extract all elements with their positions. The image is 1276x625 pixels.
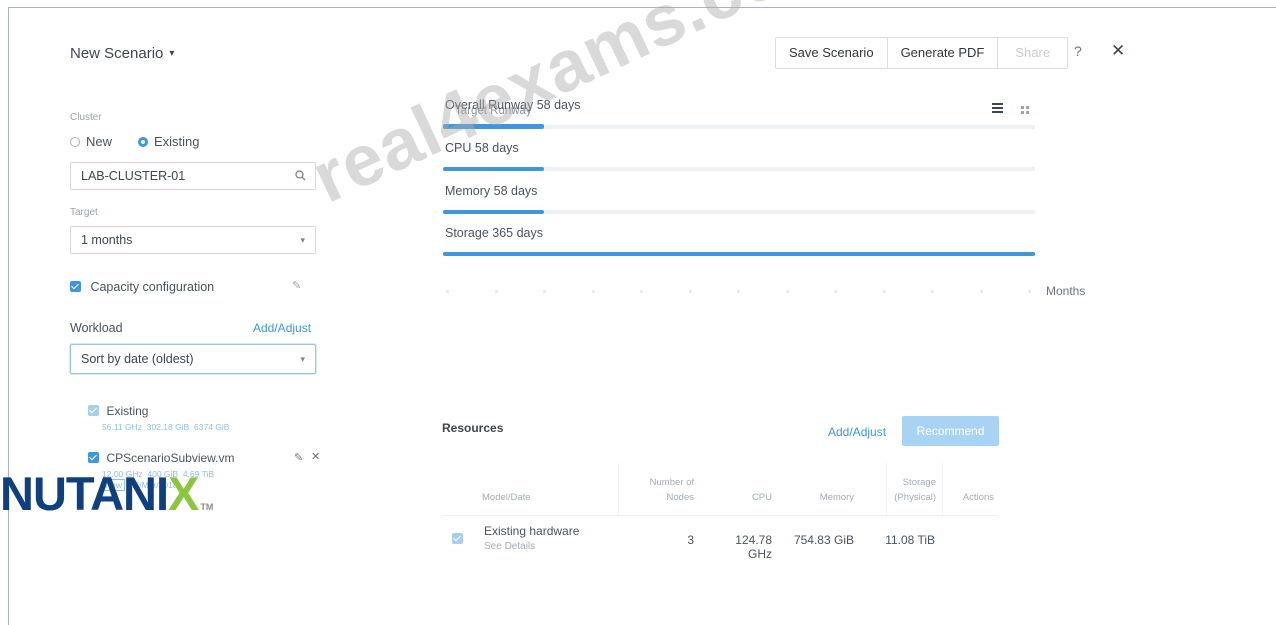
runway-bar-fill (443, 252, 1035, 256)
workload-name: Existing (106, 404, 149, 418)
runway-bar-fill (443, 167, 544, 171)
workload-label: Workload (70, 321, 123, 335)
recommend-button[interactable]: Recommend (902, 416, 999, 446)
resources-add-adjust-link[interactable]: Add/Adjust (828, 425, 886, 439)
workload-item[interactable]: Existing 56.11 GHz 302.18 GiB 6374 GiB (88, 402, 229, 432)
axis-tick (640, 290, 643, 293)
resources-table: Model/Date Number of Nodes CPU Memory St… (442, 463, 998, 573)
edit-pencil-icon[interactable]: ✎ (294, 451, 303, 464)
target-label: Target (70, 207, 98, 218)
target-select[interactable]: 1 months ▾ (70, 226, 316, 254)
capacity-configuration-checkbox[interactable]: Capacity configuration (70, 278, 214, 296)
logo-x: X (168, 467, 199, 520)
runway-label: Storage 365 days (445, 226, 543, 240)
column-header: Actions (962, 492, 994, 503)
column-header: Model/Date (482, 492, 531, 503)
axis-tick (1028, 290, 1031, 293)
resources-title: Resources (442, 421, 504, 435)
axis-tick (494, 290, 498, 293)
cluster-value: LAB-CLUSTER-01 (81, 169, 186, 183)
axis-tick (979, 290, 983, 293)
months-axis-label: Months (1046, 284, 1086, 298)
workload-cpu: 56.11 GHz (102, 422, 143, 432)
cluster-label: Cluster (70, 112, 102, 123)
scenario-title: New Scenario (70, 45, 164, 62)
logo-tm: TM (200, 502, 214, 512)
radio-new-label: New (86, 134, 113, 149)
runway-label: Overall Runway 58 days (445, 98, 581, 112)
grid-view-icon[interactable] (1021, 101, 1030, 119)
edit-pencil-icon[interactable]: ✎ (292, 279, 301, 292)
radio-existing-label: Existing (154, 134, 200, 149)
list-view-icon[interactable] (992, 100, 1003, 118)
runway-bar-fill (443, 124, 544, 129)
column-header: CPU (751, 492, 772, 503)
workload-memory: 302.18 GiB (146, 422, 190, 432)
close-icon[interactable]: ✕ (1111, 41, 1125, 61)
radio-existing[interactable]: Existing (138, 133, 200, 151)
see-details-link[interactable]: See Details (484, 541, 535, 552)
workload-sort-select[interactable]: Sort by date (oldest) ▾ (70, 344, 316, 374)
runway-bar-fill (443, 210, 544, 214)
radio-new[interactable]: New (70, 133, 112, 151)
row-cpu: 124.78 GHz (735, 533, 772, 561)
share-button[interactable]: Share (998, 38, 1068, 68)
runway-label: CPU 58 days (445, 141, 519, 155)
row-storage: 11.08 TiB (885, 533, 935, 547)
chevron-down-icon: ▾ (300, 235, 305, 245)
radio-existing-icon (138, 137, 148, 147)
runway-bar-storage (443, 252, 1035, 256)
row-nodes: 3 (687, 533, 694, 547)
nutanix-logo: NUTANIX TM (0, 470, 213, 531)
search-icon[interactable] (295, 163, 306, 189)
radio-new-icon (70, 137, 80, 147)
logo-text: NUTANI (0, 467, 169, 520)
runway-bar-overall (443, 124, 1035, 129)
column-header: Number of Nodes (649, 477, 694, 503)
column-header: Storage (Physical) (894, 477, 936, 503)
checkbox-icon (452, 533, 463, 544)
workload-add-adjust-link[interactable]: Add/Adjust (253, 321, 311, 335)
runway-label: Memory 58 days (445, 184, 538, 198)
help-icon[interactable]: ? (1074, 43, 1082, 59)
axis-tick (931, 290, 934, 293)
runway-bar-cpu (443, 167, 1035, 171)
workload-storage: 6374 GiB (194, 422, 230, 432)
scenario-title-dropdown[interactable]: New Scenario ▾ (70, 45, 174, 62)
workload-name: CPScenarioSubview.vm (106, 451, 235, 465)
axis-tick (882, 290, 886, 293)
target-value: 1 months (81, 233, 133, 247)
row-checkbox[interactable] (452, 530, 463, 548)
toolbar: Save Scenario Generate PDF Share (775, 37, 1069, 69)
checkbox-icon (88, 405, 99, 416)
column-header: Memory (819, 492, 854, 503)
axis-tick (591, 290, 595, 293)
sort-value: Sort by date (oldest) (81, 352, 194, 366)
chevron-down-icon: ▾ (169, 48, 175, 59)
checkbox-icon (70, 281, 81, 292)
row-model-name: Existing hardware (484, 524, 580, 538)
axis-tick (737, 290, 740, 293)
save-scenario-button[interactable]: Save Scenario (776, 38, 888, 68)
row-memory: 754.83 GiB (793, 533, 854, 547)
remove-icon[interactable]: ✕ (311, 450, 320, 463)
axis-tick (785, 290, 789, 293)
runway-bar-memory (443, 210, 1035, 214)
checkbox-icon (88, 452, 99, 463)
axis-tick (834, 290, 837, 293)
axis-tick (688, 290, 692, 293)
generate-pdf-button[interactable]: Generate PDF (887, 38, 999, 68)
axis-tick (446, 290, 449, 293)
axis-tick (543, 290, 546, 293)
capacity-configuration-label: Capacity configuration (90, 280, 215, 294)
chevron-down-icon: ▾ (300, 354, 305, 364)
cluster-search-input[interactable]: LAB-CLUSTER-01 (70, 162, 316, 190)
